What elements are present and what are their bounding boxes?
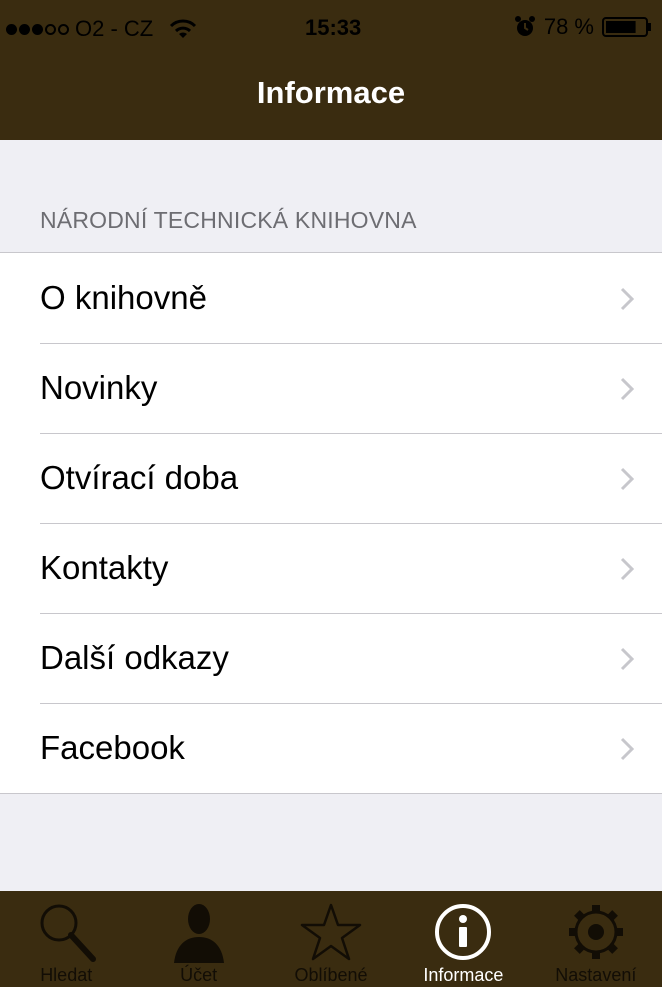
alarm-icon — [514, 16, 535, 36]
tab-nastaveni[interactable]: Nastavení — [530, 891, 662, 987]
battery-icon — [602, 17, 651, 37]
tab-label: Informace — [423, 965, 504, 985]
list-item-kontakty[interactable]: Kontakty — [0, 523, 662, 613]
list-item-novinky[interactable]: Novinky — [0, 343, 662, 433]
star-icon — [300, 903, 362, 961]
wifi-icon — [170, 19, 197, 38]
status-right: 78 % — [514, 14, 652, 40]
tab-label: Hledat — [40, 965, 93, 985]
list-item-label: Kontakty — [40, 549, 169, 586]
carrier-name: O2 - CZ — [75, 16, 154, 41]
list-item-label: O knihovně — [40, 279, 207, 316]
chevron-right-icon — [620, 557, 634, 581]
tab-bar: Hledat Účet Oblíbené Informace Nastavení — [0, 891, 662, 987]
app-screen: O2 - CZ 15:33 78 % Informace NÁRODNÍ TEC… — [0, 0, 662, 987]
signal-dots-icon — [6, 23, 69, 35]
list-item-facebook[interactable]: Facebook — [0, 703, 662, 793]
person-icon — [173, 904, 224, 963]
section-header: NÁRODNÍ TECHNICKÁ KNIHOVNA — [40, 207, 417, 233]
list-item-label: Novinky — [40, 369, 158, 406]
list-item-oteviraci-doba[interactable]: Otvírací doba — [0, 433, 662, 523]
tab-hledat[interactable]: Hledat — [0, 891, 132, 987]
info-list: O knihovně Novinky Otvírací doba Kontakt… — [0, 252, 662, 794]
status-bar: O2 - CZ 15:33 78 % — [0, 0, 662, 58]
page-title: Informace — [256, 75, 406, 110]
tab-label: Oblíbené — [294, 965, 368, 985]
battery-percent: 78 % — [543, 14, 594, 39]
list-item-label: Facebook — [40, 729, 185, 766]
chevron-right-icon — [620, 737, 634, 761]
chevron-right-icon — [620, 647, 634, 671]
tab-label: Nastavení — [555, 965, 637, 985]
status-time: 15:33 — [305, 15, 362, 40]
chevron-right-icon — [620, 467, 634, 491]
list-item-label: Další odkazy — [40, 639, 229, 676]
gear-icon — [568, 905, 623, 959]
top-bar: O2 - CZ 15:33 78 % Informace — [0, 0, 662, 140]
tab-label: Účet — [180, 965, 218, 985]
tab-ucet[interactable]: Účet — [132, 891, 264, 987]
status-left: O2 - CZ — [6, 16, 197, 42]
list-item-label: Otvírací doba — [40, 459, 239, 496]
tab-informace[interactable]: Informace — [397, 891, 529, 987]
list-item-o-knihovne[interactable]: O knihovně — [0, 253, 662, 343]
chevron-right-icon — [620, 377, 634, 401]
tab-oblibene[interactable]: Oblíbené — [265, 891, 397, 987]
list-item-dalsi-odkazy[interactable]: Další odkazy — [0, 613, 662, 703]
chevron-right-icon — [620, 287, 634, 311]
search-icon — [40, 904, 97, 962]
info-icon — [435, 904, 492, 960]
